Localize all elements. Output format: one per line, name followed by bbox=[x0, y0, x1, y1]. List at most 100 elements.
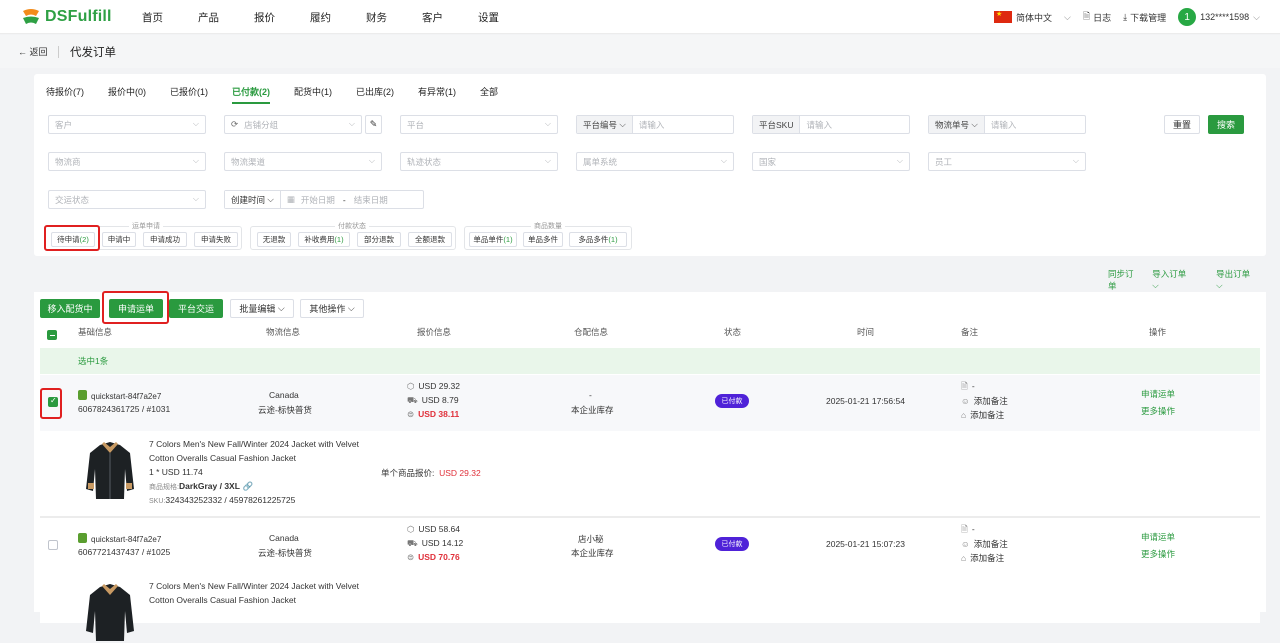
import-orders-link[interactable]: 导入订单 ⌵ bbox=[1152, 268, 1204, 292]
select-all-checkbox[interactable] bbox=[47, 330, 57, 340]
platform-no-label[interactable]: 平台编号 ⌵ bbox=[577, 116, 633, 133]
order-checkbox[interactable] bbox=[48, 540, 58, 550]
dispute-status-select[interactable]: 交运状态 ⌵ bbox=[48, 190, 206, 209]
export-orders-link[interactable]: 导出订单 ⌵ bbox=[1216, 268, 1268, 292]
logistics-channel-select[interactable]: 物流渠道 ⌵ bbox=[224, 152, 382, 171]
nav-finance[interactable]: 财务 bbox=[366, 10, 387, 25]
add-remark-1[interactable]: ☺ 添加备注 bbox=[961, 538, 1008, 550]
log-link[interactable]: 🗎 日志 bbox=[1083, 9, 1111, 25]
nav-fulfillment[interactable]: 履约 bbox=[310, 10, 331, 25]
chip-full-refund[interactable]: 全额退款 bbox=[408, 232, 452, 247]
start-date-placeholder[interactable]: 开始日期 bbox=[301, 194, 335, 206]
divider bbox=[58, 46, 59, 58]
search-button[interactable]: 搜索 bbox=[1208, 115, 1244, 134]
sync-orders-link[interactable]: 同步订单 bbox=[1108, 268, 1140, 292]
logistics-channel-placeholder: 物流渠道 bbox=[231, 156, 266, 167]
tab-shipped[interactable]: 已出库(2) bbox=[356, 85, 394, 104]
tab-all[interactable]: 全部 bbox=[480, 85, 498, 104]
coin-icon: ⊜ bbox=[407, 552, 415, 562]
logistics-provider-placeholder: 物流商 bbox=[55, 156, 81, 167]
create-time-select[interactable]: 创建时间 ⌵ bbox=[225, 191, 281, 208]
download-manager[interactable]: ⤓ 下载管理 bbox=[1123, 11, 1166, 24]
belong-system-select[interactable]: 属单系统 ⌵ bbox=[576, 152, 734, 171]
other-actions-button[interactable]: 其他操作 ⌵ bbox=[300, 299, 364, 318]
store-group-select[interactable]: ⟳ 店铺分组 ⌵ bbox=[224, 115, 362, 134]
link-icon[interactable]: 🔗 bbox=[243, 481, 254, 491]
chip-partial-refund[interactable]: 部分退款 bbox=[357, 232, 401, 247]
customer-service-icon: ☺ bbox=[961, 539, 970, 549]
chip-multi-multi-label: 多品多件 bbox=[578, 235, 609, 244]
product-image[interactable] bbox=[82, 581, 138, 643]
chip-supplement[interactable]: 补收费用 (1) bbox=[298, 232, 350, 247]
add-remark-1[interactable]: ☺ 添加备注 bbox=[961, 395, 1008, 407]
nav-customers[interactable]: 客户 bbox=[422, 10, 443, 25]
country-select[interactable]: 国家 ⌵ bbox=[752, 152, 910, 171]
tab-allocating[interactable]: 配货中(1) bbox=[294, 85, 332, 104]
move-to-allocating-button[interactable]: 移入配货中 bbox=[40, 299, 100, 318]
tracking-label[interactable]: 物流单号 ⌵ bbox=[929, 116, 985, 133]
chip-apply-success[interactable]: 申请成功 bbox=[143, 232, 187, 247]
product-title-line1[interactable]: 7 Colors Men's New Fall/Winter 2024 Jack… bbox=[149, 581, 359, 591]
platform-sku-field[interactable]: 平台SKU 请输入 bbox=[752, 115, 910, 134]
header-quote: 报价信息 bbox=[417, 327, 452, 337]
logo[interactable]: DSFulfill bbox=[20, 7, 112, 27]
shop-name[interactable]: quickstart-84f7a2e7 bbox=[78, 390, 161, 401]
edit-icon-button[interactable]: ✎ bbox=[365, 115, 382, 134]
back-button[interactable]: ← 返回 bbox=[18, 45, 48, 58]
nav-products[interactable]: 产品 bbox=[198, 10, 219, 25]
platform-select[interactable]: 平台 ⌵ bbox=[400, 115, 558, 134]
product-title-line2[interactable]: Cotton Overalls Casual Fashion Jacket bbox=[149, 453, 296, 463]
header-basic: 基础信息 bbox=[78, 327, 113, 337]
nav-settings[interactable]: 设置 bbox=[478, 10, 499, 25]
tab-quoted[interactable]: 已报价(1) bbox=[170, 85, 208, 104]
box-icon: ⬡ bbox=[407, 524, 415, 534]
nav-quotes[interactable]: 报价 bbox=[254, 10, 275, 25]
chevron-down-icon: ⌵ bbox=[544, 119, 551, 128]
customer-select[interactable]: 客户 ⌵ bbox=[48, 115, 206, 134]
language-switch[interactable]: 简体中文 ⌵ bbox=[994, 10, 1071, 24]
staff-select[interactable]: 员工 ⌵ bbox=[928, 152, 1086, 171]
date-range-field[interactable]: 创建时间 ⌵ ▦ 开始日期 - 结束日期 bbox=[224, 190, 424, 209]
add-remark-2[interactable]: ⌂ 添加备注 bbox=[961, 409, 1004, 421]
chip-applying[interactable]: 申请中 bbox=[102, 232, 136, 247]
chip-multi-multi-count: (1) bbox=[608, 235, 618, 244]
tab-quoting[interactable]: 报价中(0) bbox=[108, 85, 146, 104]
header-status: 状态 bbox=[724, 327, 742, 337]
other-actions-label: 其他操作 bbox=[309, 304, 346, 314]
more-actions-link[interactable]: 更多操作 bbox=[1141, 405, 1175, 417]
add-remark-2[interactable]: ⌂ 添加备注 bbox=[961, 552, 1004, 564]
chip-multi-multi[interactable]: 多品多件 (1) bbox=[569, 232, 627, 247]
shop-name[interactable]: quickstart-84f7a2e7 bbox=[78, 533, 161, 544]
dispute-status-placeholder: 交运状态 bbox=[55, 194, 90, 205]
product-title-line1[interactable]: 7 Colors Men's New Fall/Winter 2024 Jack… bbox=[149, 439, 359, 449]
more-actions-link[interactable]: 更多操作 bbox=[1141, 548, 1175, 560]
home-icon: ⌂ bbox=[961, 410, 967, 420]
nav-home[interactable]: 首页 bbox=[142, 10, 163, 25]
user-menu[interactable]: 1 132****1598 ⌵ bbox=[1178, 8, 1260, 26]
product-title-line2[interactable]: Cotton Overalls Casual Fashion Jacket bbox=[149, 595, 296, 605]
chip-supplement-label: 补收费用 bbox=[304, 235, 335, 244]
logistics-provider-select[interactable]: 物流商 ⌵ bbox=[48, 152, 206, 171]
end-date-placeholder[interactable]: 结束日期 bbox=[354, 194, 388, 206]
platform-no-field[interactable]: 平台编号 ⌵ 请输入 bbox=[576, 115, 734, 134]
order-time: 2025-01-21 17:56:54 bbox=[826, 396, 905, 406]
chip-single-single[interactable]: 单品单件 (1) bbox=[469, 232, 517, 247]
reset-button[interactable]: 重置 bbox=[1164, 115, 1200, 134]
chip-no-refund[interactable]: 无退款 bbox=[257, 232, 291, 247]
apply-waybill-link[interactable]: 申请运单 bbox=[1141, 388, 1175, 400]
tracking-no-field[interactable]: 物流单号 ⌵ 请输入 bbox=[928, 115, 1086, 134]
chevron-down-icon: ⌵ bbox=[544, 156, 551, 165]
batch-edit-button[interactable]: 批量编辑 ⌵ bbox=[230, 299, 294, 318]
chip-single-multi[interactable]: 单品多件 bbox=[523, 232, 563, 247]
tab-pending-quote[interactable]: 待报价(7) bbox=[46, 85, 84, 104]
tab-exception[interactable]: 有异常(1) bbox=[418, 85, 456, 104]
product-image[interactable] bbox=[82, 439, 138, 501]
tab-paid[interactable]: 已付款(2) bbox=[232, 85, 270, 104]
truck-icon: ⛟ bbox=[407, 395, 418, 405]
apply-waybill-link[interactable]: 申请运单 bbox=[1141, 531, 1175, 543]
platform-sku-label: 平台SKU bbox=[753, 116, 801, 133]
chip-apply-failed[interactable]: 申请失败 bbox=[194, 232, 238, 247]
track-status-select[interactable]: 轨迹状态 ⌵ bbox=[400, 152, 558, 171]
quote-shipping: ⛟ USD 14.12 bbox=[407, 538, 463, 550]
platform-ship-button[interactable]: 平台交运 bbox=[169, 299, 223, 318]
